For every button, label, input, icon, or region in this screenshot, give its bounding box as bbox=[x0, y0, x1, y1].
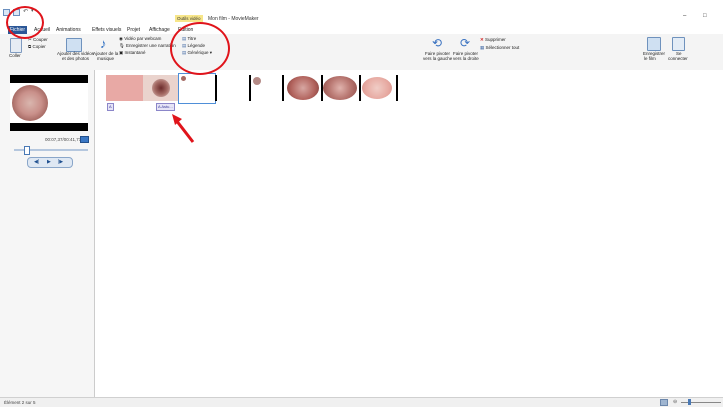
zoom-slider-thumb[interactable] bbox=[688, 399, 691, 405]
storyboard-insertion-highlight bbox=[178, 73, 216, 104]
split-screen-icon[interactable] bbox=[80, 136, 89, 143]
sign-in-label-line2: connecter bbox=[668, 56, 688, 61]
copy-icon: ⧉ bbox=[28, 44, 32, 49]
tab-project[interactable]: Projet bbox=[127, 26, 140, 34]
tab-view[interactable]: Affichage bbox=[149, 26, 170, 34]
playback-controls: ◀| ▶ |▶ bbox=[27, 157, 73, 168]
clip-thumbnail bbox=[152, 79, 170, 97]
clip-thumbnail[interactable] bbox=[253, 77, 261, 85]
play-icon[interactable]: ▶ bbox=[47, 159, 51, 165]
clip-separator bbox=[396, 75, 398, 101]
sign-in-icon[interactable] bbox=[672, 37, 685, 51]
rotate-left-icon[interactable]: ⟲ bbox=[432, 37, 442, 49]
rotate-right-icon[interactable]: ⟳ bbox=[460, 37, 470, 49]
remove-button[interactable]: ✕ Supprimer bbox=[480, 37, 506, 43]
remove-x-icon: ✕ bbox=[480, 37, 484, 42]
thumbnail-size-icon[interactable] bbox=[660, 399, 668, 406]
seek-thumb[interactable] bbox=[24, 146, 30, 155]
storyboard-clip-selected[interactable] bbox=[143, 75, 179, 101]
clip-separator bbox=[215, 75, 217, 101]
save-movie-icon[interactable] bbox=[647, 37, 661, 51]
webcam-icon: ◉ bbox=[119, 36, 123, 41]
zoom-slider[interactable] bbox=[681, 402, 721, 403]
zoom-out-icon[interactable]: ⊖ bbox=[673, 399, 677, 405]
select-all-button[interactable]: ▦ Sélectionner tout bbox=[480, 45, 519, 51]
snapshot-button[interactable]: ▣ Instantané bbox=[119, 50, 146, 56]
annotation-ellipse bbox=[170, 22, 230, 75]
annotation-ellipse bbox=[6, 6, 44, 39]
preview-image bbox=[12, 85, 48, 121]
add-videos-label-line2: et des photos bbox=[62, 56, 90, 61]
preview-pane: 00:07,37/00:41,71 ◀| ▶ |▶ bbox=[0, 70, 95, 397]
save-movie-label-line2: le film bbox=[644, 56, 656, 61]
paste-button[interactable]: Coller bbox=[9, 53, 21, 58]
select-all-icon: ▦ bbox=[480, 45, 485, 50]
status-item-count: Élément 2 sur 5 bbox=[4, 400, 36, 405]
minimize-button[interactable]: – bbox=[683, 13, 686, 19]
tab-visual-effects[interactable]: Effets visuels bbox=[92, 26, 121, 34]
ribbon: Coller ✂ Couper ⧉ Copier Presse-papiers … bbox=[0, 34, 723, 103]
clip-thumbnail bbox=[181, 76, 186, 81]
copy-button[interactable]: ⧉ Copier bbox=[28, 44, 46, 49]
preview-letterbox-top bbox=[10, 75, 88, 83]
annotation-arrow bbox=[172, 114, 195, 143]
previous-frame-icon[interactable]: ◀| bbox=[34, 159, 39, 165]
clip-thumbnail[interactable] bbox=[362, 77, 392, 99]
paste-icon[interactable] bbox=[10, 38, 22, 53]
add-videos-icon[interactable] bbox=[66, 38, 82, 52]
music-note-icon[interactable]: ♪ bbox=[100, 37, 107, 50]
storyboard-clip[interactable] bbox=[106, 75, 143, 101]
clip-thumbnail[interactable] bbox=[287, 76, 319, 100]
snapshot-icon: ▣ bbox=[119, 50, 124, 55]
preview-video-area bbox=[10, 83, 88, 123]
microphone-icon: 🎙 bbox=[119, 43, 125, 48]
next-frame-icon[interactable]: |▶ bbox=[58, 159, 63, 165]
caption-tag[interactable]: A bbox=[107, 103, 114, 111]
clip-separator bbox=[359, 75, 361, 101]
clip-separator bbox=[249, 75, 251, 101]
context-tab-video-tools: Outils vidéo bbox=[175, 15, 203, 22]
tab-animations[interactable]: Animations bbox=[56, 26, 81, 34]
record-narration-button[interactable]: 🎙 Enregistrer une narration bbox=[119, 43, 176, 49]
maximize-button[interactable]: □ bbox=[703, 13, 707, 19]
timecode: 00:07,37/00:41,71 bbox=[45, 137, 82, 142]
add-music-label-line2: musique bbox=[97, 56, 115, 61]
clip-separator bbox=[282, 75, 284, 101]
preview-letterbox-bottom bbox=[10, 123, 88, 131]
webcam-video-button[interactable]: ◉ Vidéo par webcam bbox=[119, 36, 161, 42]
clip-thumbnail[interactable] bbox=[323, 76, 357, 100]
rotate-left-label-line2: vers la gauche bbox=[423, 56, 453, 61]
window-title: Mon film - MovieMaker bbox=[208, 16, 259, 22]
rotate-right-label-line2: vers la droite bbox=[453, 56, 479, 61]
